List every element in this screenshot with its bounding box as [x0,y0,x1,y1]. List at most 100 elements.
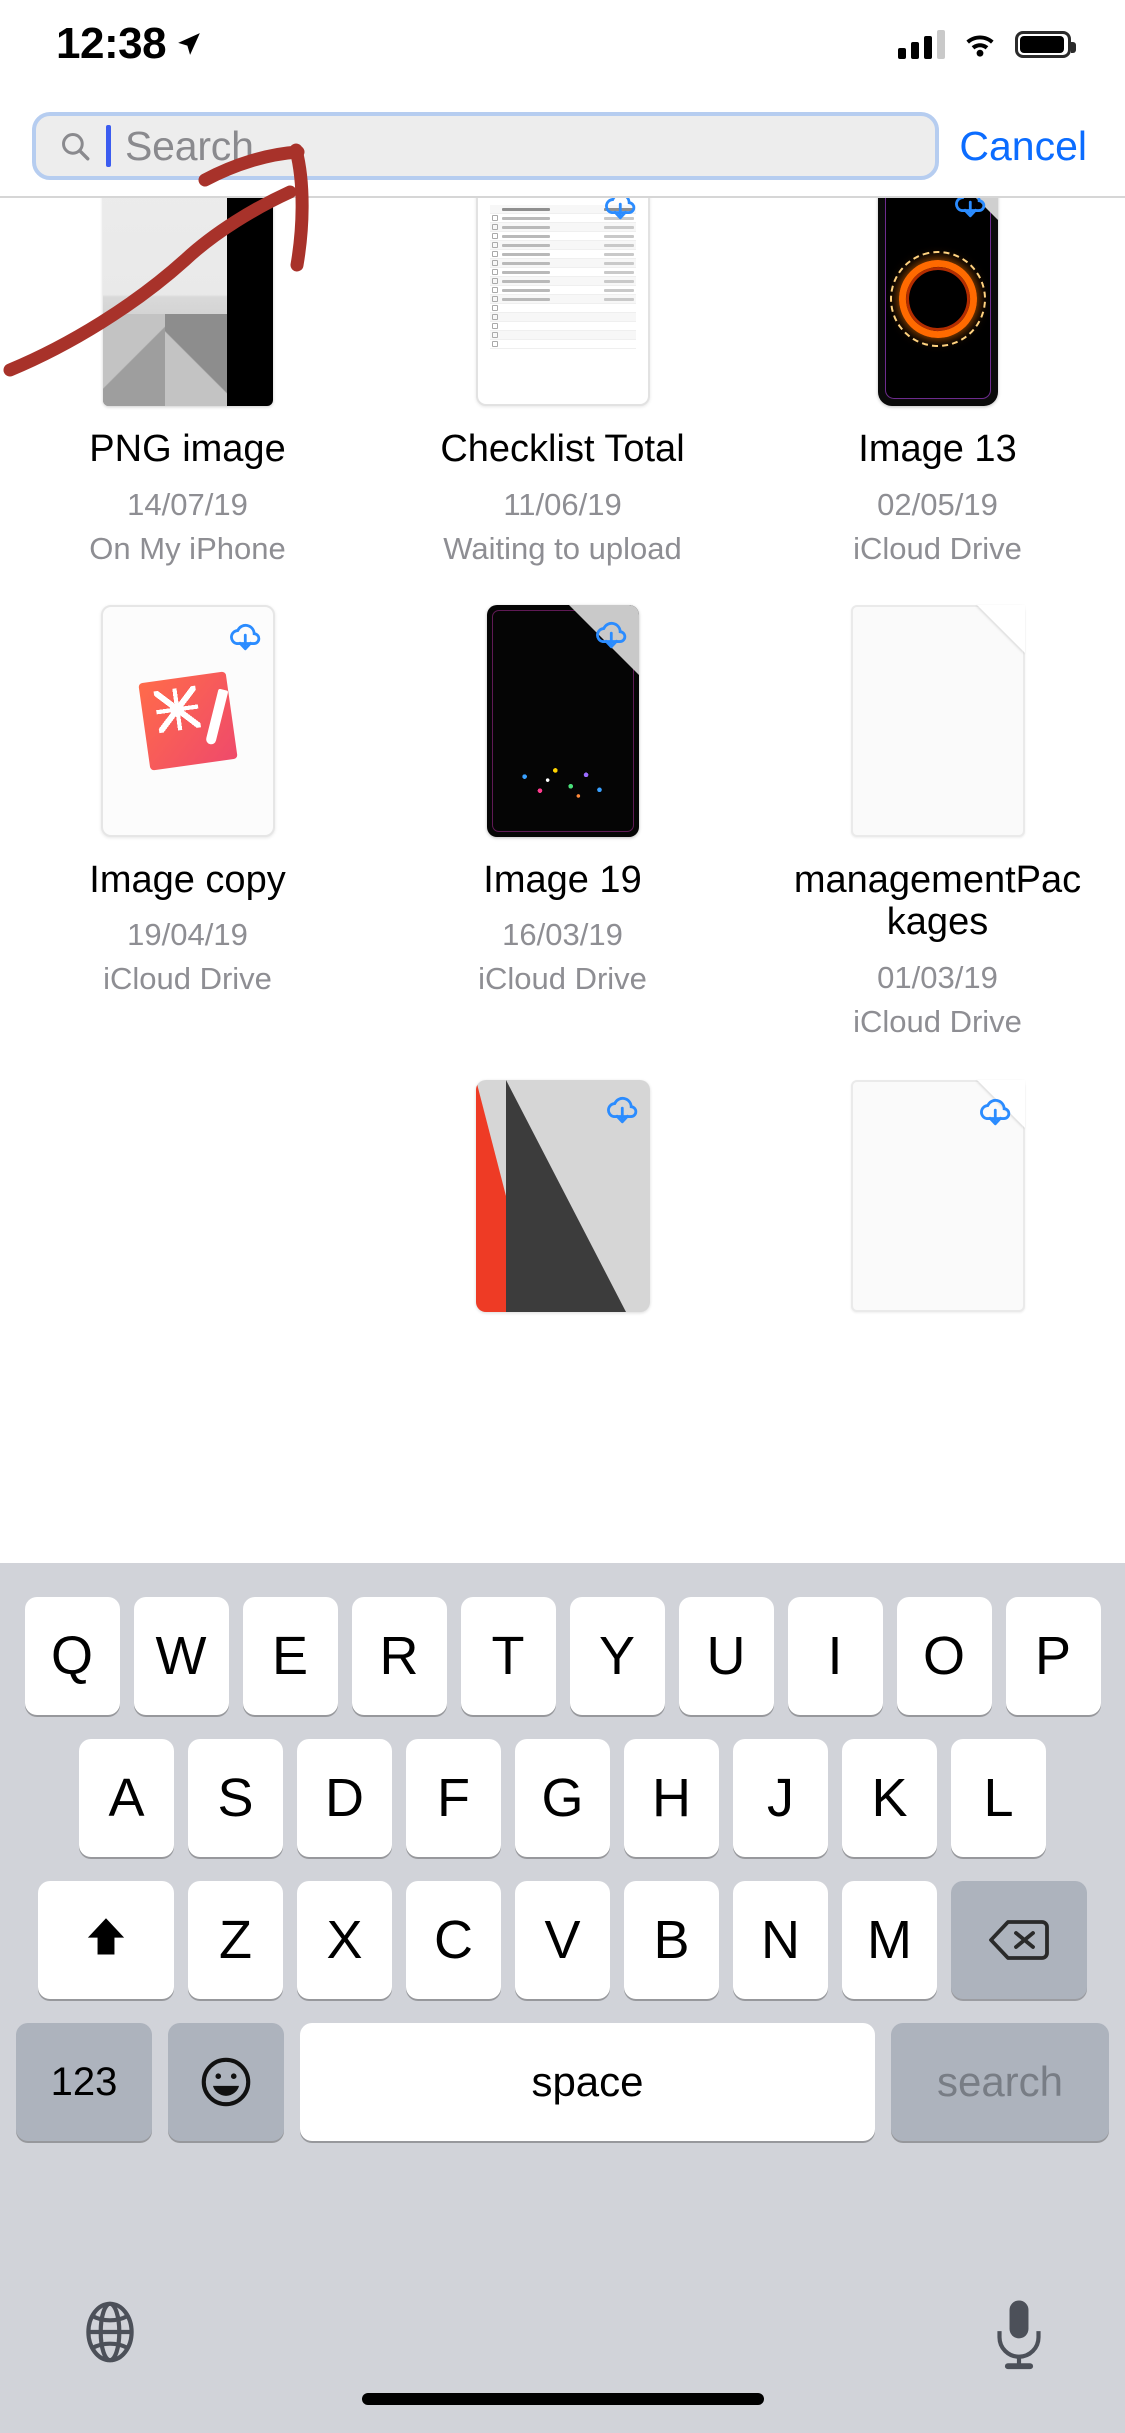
wifi-icon [966,35,994,57]
file-item-image-19[interactable]: Image 19 16/03/19 iCloud Drive [375,604,750,1040]
emoji-smiley-icon [201,2057,251,2107]
key-f[interactable]: F [406,1739,501,1857]
numbers-key[interactable]: 123 [16,2023,152,2141]
phone-wallpaper-thumbnail [877,198,998,406]
file-date: 11/06/19 [503,486,622,522]
file-item-checklist-total[interactable]: CHECKLIST [375,198,750,567]
keyboard-bottom-bar [0,2268,1125,2433]
icloud-download-icon [606,1096,637,1123]
key-r[interactable]: R [351,1597,447,1715]
dark-phone-thumbnail [486,604,639,837]
file-location: Waiting to upload [443,530,682,566]
thumbnail [52,604,324,837]
key-b[interactable]: B [624,1881,719,1999]
keyboard-row-3: Z X C V B N M [0,1857,1125,1999]
status-bar-left: 12:38 [56,19,202,69]
icloud-download-icon [229,623,260,650]
iphone-files-search-screen: 12:38 Search Cancel PNG image 14/07/19 O… [0,0,1125,2433]
file-name: Image 13 [858,428,1017,470]
key-x[interactable]: X [297,1881,392,1999]
blank-document-thumbnail [850,604,1025,837]
key-t[interactable]: T [460,1597,556,1715]
status-bar-right [898,29,1076,59]
search-placeholder: Search [125,122,254,169]
icloud-download-icon [604,198,635,220]
key-g[interactable]: G [515,1739,610,1857]
file-item-png-image[interactable]: PNG image 14/07/19 On My iPhone [0,198,375,567]
file-location: iCloud Drive [103,961,272,997]
key-z[interactable]: Z [188,1881,283,1999]
search-input[interactable]: Search [32,112,940,180]
on-screen-keyboard: Q W E R T Y U I O P A S D F G H J K L Z … [0,1563,1125,2433]
file-item-partial-middle[interactable] [375,1079,750,1312]
status-bar: 12:38 [0,0,1125,88]
key-i[interactable]: I [787,1597,883,1715]
thumbnail [52,1122,324,1312]
file-date: 02/05/19 [877,486,998,522]
battery-full-icon [1015,30,1076,58]
file-item-image-copy[interactable]: Image copy 19/04/19 iCloud Drive [0,604,375,1040]
location-arrow-icon [178,33,200,55]
key-e[interactable]: E [242,1597,338,1715]
cellular-signal-icon [898,29,945,59]
file-name: Image 19 [483,858,642,901]
text-caret [106,125,111,167]
file-item-partial-left[interactable] [0,1104,375,1312]
microphone-icon[interactable] [987,2296,1051,2374]
home-indicator[interactable] [361,2393,764,2405]
file-item-image-13[interactable]: Image 13 02/05/19 iCloud Drive [750,198,1125,567]
key-s[interactable]: S [188,1739,283,1857]
file-name: Image copy [89,858,286,901]
key-w[interactable]: W [133,1597,229,1715]
key-h[interactable]: H [624,1739,719,1857]
file-name: managementPackages [793,858,1082,944]
file-grid: PNG image 14/07/19 On My iPhone CHECKLIS… [0,198,1125,1563]
icloud-download-icon [979,1098,1010,1125]
key-p[interactable]: P [1005,1597,1101,1715]
file-location: iCloud Drive [478,961,647,997]
file-grid-row [0,1079,1125,1312]
thumbnail [52,198,324,406]
file-location: iCloud Drive [853,530,1022,566]
thumbnail [802,198,1074,406]
key-c[interactable]: C [406,1881,501,1999]
file-name: PNG image [89,428,286,470]
key-n[interactable]: N [733,1881,828,1999]
key-k[interactable]: K [842,1739,937,1857]
key-d[interactable]: D [297,1739,392,1857]
return-search-key[interactable]: search [891,2023,1109,2141]
keyboard-row-2: A S D F G H J K L [0,1715,1125,1857]
key-o[interactable]: O [896,1597,992,1715]
space-key[interactable]: space [300,2023,875,2141]
file-date: 19/04/19 [127,917,248,953]
search-icon [62,133,90,161]
file-item-managementpackages[interactable]: managementPackages 01/03/19 iCloud Drive [750,604,1125,1040]
key-v[interactable]: V [515,1881,610,1999]
key-l[interactable]: L [951,1739,1046,1857]
status-bar-time: 12:38 [56,19,167,68]
delete-backspace-icon [989,1920,1049,1960]
search-bar: Search Cancel [0,96,1125,196]
emoji-key[interactable] [168,2023,284,2141]
file-location: On My iPhone [89,530,286,566]
delete-key[interactable] [951,1881,1087,1999]
file-date: 14/07/19 [127,486,248,522]
shift-key[interactable] [38,1881,174,1999]
file-date: 16/03/19 [502,917,623,953]
key-q[interactable]: Q [24,1597,120,1715]
key-m[interactable]: M [842,1881,937,1999]
png-image-thumbnail [102,198,273,406]
cancel-button[interactable]: Cancel [947,123,1101,170]
keyboard-row-1: Q W E R T Y U I O P [0,1563,1125,1715]
red-dark-triangle-thumbnail [475,1079,650,1312]
key-y[interactable]: Y [569,1597,665,1715]
thumbnail [802,604,1074,837]
key-u[interactable]: U [678,1597,774,1715]
shift-up-arrow-icon [87,1918,125,1955]
globe-icon[interactable] [74,2296,146,2368]
file-item-partial-right[interactable] [750,1079,1125,1312]
keyboard-row-4: 123 space search [0,1999,1125,2141]
file-name: Checklist Total [440,428,685,470]
key-j[interactable]: J [733,1739,828,1857]
key-a[interactable]: A [79,1739,174,1857]
